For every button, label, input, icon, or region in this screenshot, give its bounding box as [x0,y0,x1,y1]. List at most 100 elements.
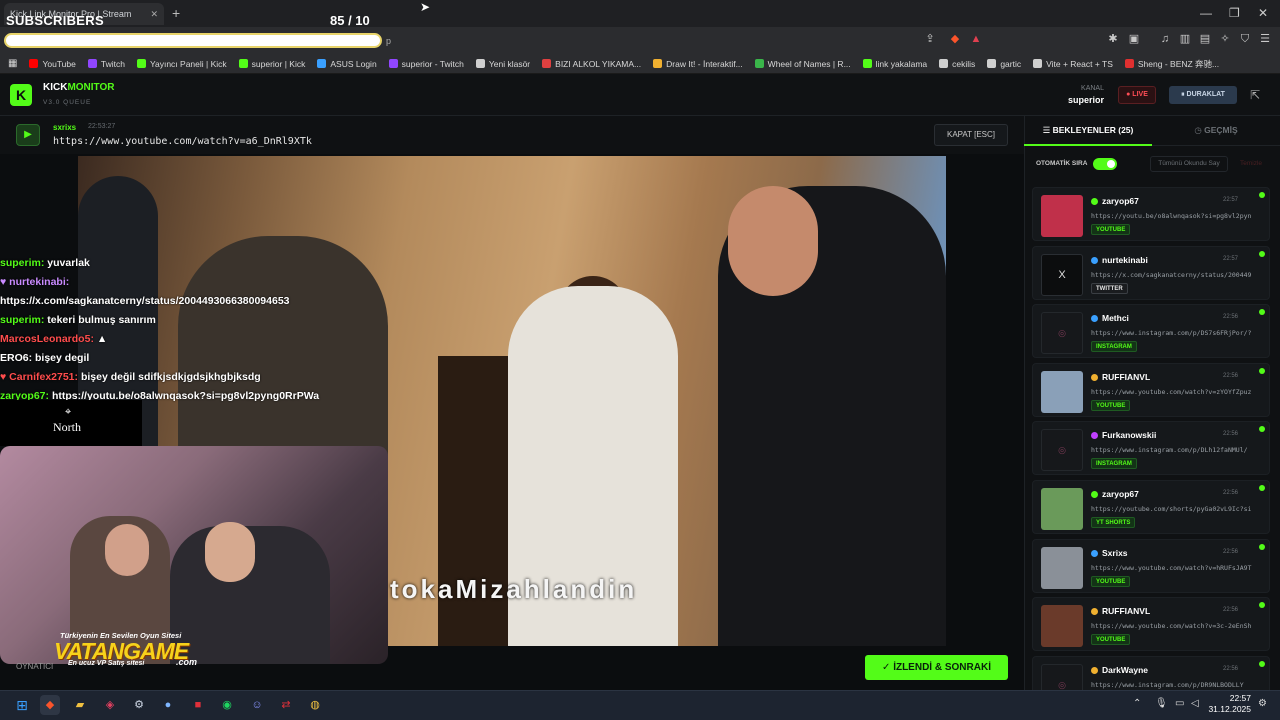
discord-icon[interactable]: ☺ [247,695,267,715]
bookmark-label: Yayıncı Paneli | Kick [149,58,227,69]
brand-kick: KICK [43,82,68,93]
queue-item[interactable]: Sxrixs https://www.youtube.com/watch?v=hR… [1032,538,1270,593]
bookmark-favicon-icon [29,59,39,68]
bookmark-label: link yakalama [875,58,928,69]
tray-overflow-icon[interactable]: ⌃ [1133,698,1141,709]
bookmark-item[interactable]: gartic [987,59,1021,69]
user-badge-icon [1091,549,1098,557]
clear-queue-button[interactable]: Temizle [1234,156,1268,172]
app-blue-icon[interactable]: ● [158,695,178,715]
system-clock[interactable]: 22:57 31.12.2025 [1203,693,1251,715]
queue-thumbnail [1041,370,1083,413]
queue-item[interactable]: RUFFIANVL https://www.youtube.com/watch?v… [1032,597,1270,652]
auto-queue-toggle[interactable] [1093,158,1117,170]
url-input[interactable] [4,33,382,48]
app-version: V3.0 QUEUE [43,99,92,106]
bookmark-favicon-icon [862,59,872,68]
bookmark-item[interactable]: Draw It! - İnteraktif... [653,59,743,69]
queue-item[interactable]: RUFFIANVL https://www.youtube.com/watch?v… [1032,362,1270,417]
queue-time: 22:56 [1223,548,1239,555]
bookmark-item[interactable]: superior - Twitch [388,59,464,69]
bookmark-favicon-icon [388,59,398,68]
bookmark-item[interactable]: ASUS Login [317,59,377,69]
restore-icon[interactable]: ❐ [1229,6,1240,20]
bookmark-favicon-icon [542,59,552,68]
queue-item[interactable]: ◎ Furkanowskii https://www.instagram.com/p… [1032,421,1270,476]
queue-url[interactable]: https://x.com/sagkanatcerny/status/20044… [1091,271,1253,279]
volume-icon[interactable]: ◁ [1191,698,1199,709]
app-red-icon[interactable]: ■ [188,695,208,715]
apps-grid-icon[interactable]: ▦ [8,58,17,69]
bookmark-item[interactable]: link yakalama [862,58,928,69]
extensions-icon[interactable]: ✱ [1106,32,1120,46]
chat-message: ♥ Carnifex2751: bişey değil sdifkjsdkjgd… [0,368,380,387]
bookmark-item[interactable]: Vite + React + TS [1033,59,1113,69]
queue-url[interactable]: https://www.instagram.com/p/DLh12faNMUl/ [1091,446,1253,454]
bookmark-item[interactable]: Twitch [87,59,125,69]
app-arrows-icon[interactable]: ⇄ [276,695,296,715]
chrome-icon[interactable]: ◍ [305,695,325,715]
bookmark-favicon-icon [653,59,663,68]
queue-url[interactable]: https://www.youtube.com/watch?v=zYOYfZpu… [1091,388,1253,396]
spotify-icon[interactable]: ◉ [217,695,237,715]
bookmark-item[interactable]: BIZI ALKOL YIKAMA... [542,59,641,69]
brave-taskbar-icon[interactable]: ◆ [40,695,60,715]
menu-icon[interactable]: ☰ [1258,32,1272,46]
queue-url[interactable]: https://www.youtube.com/watch?v=hRUFsJA9… [1091,564,1253,572]
instagram-icon: ◎ [1041,429,1083,472]
wallet-icon[interactable]: ▤ [1198,32,1212,46]
user-badge-icon [1091,666,1098,674]
tab-search-icon[interactable]: ▣ [1127,32,1141,46]
pin-app-icon[interactable]: ◈ [100,695,120,715]
queue-url[interactable]: https://www.youtube.com/watch?v=3c-2eEnS… [1091,622,1253,630]
tab-history[interactable]: ◷ GEÇMİŞ [1152,116,1280,146]
queue-url[interactable]: https://youtu.be/o8alwnqasok?si=pg8vl2py… [1091,212,1253,220]
new-tab-button[interactable]: + [172,5,180,21]
windows-start-icon[interactable]: ⊞ [12,695,32,715]
tab-waiting[interactable]: ☰ BEKLEYENLER (25) [1024,116,1152,146]
close-window-icon[interactable]: ✕ [1258,6,1268,20]
queue-url[interactable]: https://youtube.com/shorts/pyGa02vL9Ic?s… [1091,505,1253,513]
queue-item[interactable]: zaryop67 https://youtu.be/o8alwnqasok?si=… [1032,187,1270,241]
queue-user: Sxrixs [1091,548,1128,558]
online-status-icon [1259,367,1265,374]
live-badge[interactable]: ● LIVE [1118,86,1156,104]
leo-ai-icon[interactable]: ✧ [1218,32,1232,46]
now-playing-url[interactable]: https://www.youtube.com/watch?v=a6_DnRl9… [53,136,312,147]
chat-message: MarcosLeonardo5: ▲ [0,330,380,349]
queue-url[interactable]: https://www.instagram.com/p/DS7s6FRjPor/… [1091,329,1253,337]
minimize-icon[interactable]: — [1200,6,1212,20]
x-logo-icon: X [1041,253,1083,296]
vpn-icon[interactable]: ⛉ [1238,32,1252,46]
brave-shield-icon[interactable]: ◆ [948,32,962,46]
bookmark-item[interactable]: YouTube [29,59,76,69]
sidebar-icon[interactable]: ▥ [1178,32,1192,46]
bookmark-item[interactable]: Sheng - BENZ 奔驰... [1124,58,1219,70]
queue-item[interactable]: Xnurtekinabi https://x.com/sagkanatcerny/… [1032,245,1270,300]
bookmark-item[interactable]: Yeni klasör [475,59,530,69]
webcam-overlay [0,446,388,664]
queue-item[interactable]: zaryop67 https://youtube.com/shorts/pyGa0… [1032,480,1270,534]
network-icon[interactable]: ▭ [1175,698,1184,709]
microphone-icon[interactable]: 🎙 [1155,698,1168,709]
steam-icon[interactable]: ⚙ [129,695,149,715]
now-playing-bar [0,116,1024,154]
instagram-icon: ◎ [1041,312,1083,355]
close-player-button[interactable]: KAPAT [ESC] [934,124,1008,146]
pause-button[interactable]: ⏸ DURAKLAT [1169,86,1237,104]
watched-next-button[interactable]: ✓ İZLENDİ & SONRAKİ [865,655,1008,680]
popout-icon[interactable]: ⇱ [1250,88,1260,102]
share-icon[interactable]: ⇪ [923,32,937,46]
queue-item[interactable]: ◎ Methci https://www.instagram.com/p/DS7s6… [1032,304,1270,359]
brave-rewards-icon[interactable]: ▲ [969,32,983,46]
close-tab-icon[interactable]: ✕ [150,9,158,20]
media-icon[interactable]: ♫ [1158,32,1172,46]
bookmark-item[interactable]: cekilis [939,59,975,69]
file-explorer-icon[interactable]: ▰ [70,695,90,715]
bookmark-item[interactable]: superior | Kick [238,59,305,69]
mark-all-read-button[interactable]: Tümünü Okundu Say [1150,156,1228,172]
queue-url[interactable]: https://www.instagram.com/p/DR9NLBODLLY [1091,681,1253,689]
bookmark-item[interactable]: Yayıncı Paneli | Kick [136,58,227,69]
bookmark-item[interactable]: Wheel of Names | R... [754,59,851,69]
notifications-icon[interactable]: ⚙ [1258,698,1267,709]
